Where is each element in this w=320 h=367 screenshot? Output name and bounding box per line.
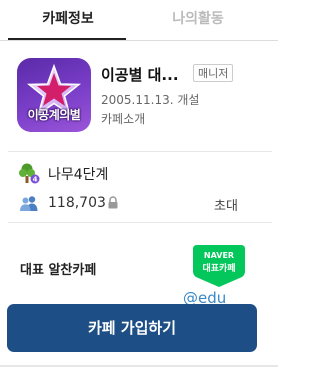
cafe-intro-link[interactable]: 카페소개 bbox=[101, 110, 145, 127]
active-tab-indicator bbox=[8, 38, 126, 40]
join-cafe-button[interactable]: 카페 가입하기 bbox=[7, 304, 257, 352]
cafe-tabs: 카페정보 나의활동 bbox=[0, 0, 278, 41]
member-grade[interactable]: 나무4단계 bbox=[48, 164, 108, 184]
grade-level-label: 4 bbox=[33, 176, 38, 184]
tree-icon: 4 bbox=[19, 163, 40, 184]
cafe-logo[interactable]: 이공계의별 bbox=[17, 58, 91, 132]
members-icon bbox=[20, 196, 38, 211]
naver-featured-badge[interactable]: NAVER 대표카페 bbox=[193, 245, 245, 287]
lock-icon bbox=[108, 196, 118, 209]
cafe-logo-text: 이공계의별 bbox=[27, 108, 81, 122]
member-count[interactable]: 118,703 bbox=[48, 195, 106, 211]
naver-badge-brand: NAVER bbox=[203, 251, 235, 260]
cafe-founded-date: 2005.11.13. 개설 bbox=[101, 93, 200, 107]
section-divider bbox=[8, 222, 272, 223]
invite-button[interactable]: 초대 bbox=[214, 195, 238, 214]
tab-my-activity[interactable]: 나의활동 bbox=[128, 0, 268, 40]
role-badge: 매니저 bbox=[193, 64, 234, 82]
section-divider bbox=[8, 151, 272, 152]
tab-cafe-info[interactable]: 카페정보 bbox=[8, 0, 128, 40]
featured-cafe-label: 대표 알찬카페 bbox=[20, 263, 97, 278]
cafe-name[interactable]: 이공별 대... bbox=[101, 64, 179, 85]
naver-badge-text: 대표카페 bbox=[202, 264, 236, 274]
